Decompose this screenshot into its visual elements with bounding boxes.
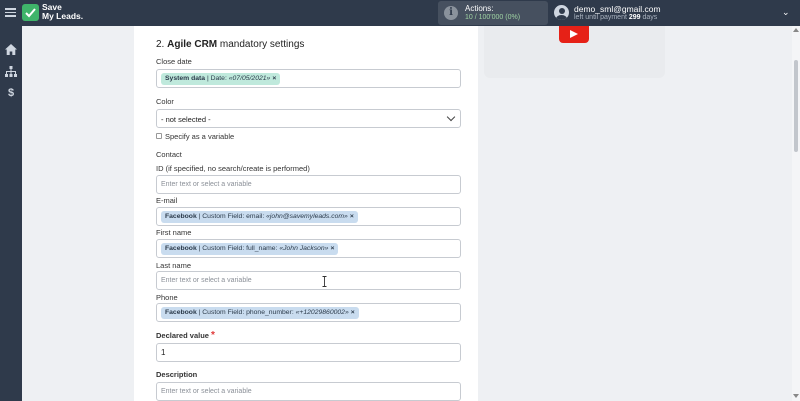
description-input[interactable]: Enter text or select a variable: [156, 382, 461, 401]
actions-count: 10 / 100'000 (0%): [465, 14, 521, 21]
color-selected-value: - not selected -: [161, 115, 211, 124]
declared-value-label: Declared value *: [156, 330, 215, 341]
dollar-icon[interactable]: $: [4, 86, 18, 100]
phone-tag[interactable]: Facebook | Custom Field: phone_number: «…: [161, 307, 359, 319]
payment-status: left until payment 299 days: [574, 14, 658, 21]
scroll-down-arrow-icon[interactable]: [793, 394, 799, 398]
remove-tag-icon[interactable]: ×: [272, 75, 276, 82]
actions-label: Actions:: [465, 4, 494, 13]
email-field[interactable]: Facebook | Custom Field: email: «john@sa…: [156, 207, 461, 226]
user-avatar-icon[interactable]: [554, 5, 569, 20]
remove-tag-icon[interactable]: ×: [350, 213, 354, 220]
specify-variable-label[interactable]: Specify as a variable: [165, 132, 234, 141]
required-marker: *: [211, 330, 215, 341]
id-label: ID (if specified, no search/create is pe…: [156, 164, 310, 173]
phone-field[interactable]: Facebook | Custom Field: phone_number: «…: [156, 303, 461, 322]
actions-counter: i Actions: 10 / 100'000 (0%): [438, 1, 548, 25]
left-sidebar: $: [0, 26, 22, 401]
close-date-label: Close date: [156, 57, 192, 66]
first-name-label: First name: [156, 228, 192, 237]
description-label: Description: [156, 370, 198, 379]
specify-variable-checkbox[interactable]: [156, 133, 162, 139]
phone-label: Phone: [156, 293, 178, 302]
logo-text[interactable]: Save My Leads.: [42, 3, 83, 21]
scroll-up-arrow-icon[interactable]: [793, 28, 799, 32]
scrollbar-thumb[interactable]: [794, 60, 798, 152]
first-name-field[interactable]: Facebook | Custom Field: full_name: «Joh…: [156, 239, 461, 258]
section-title: 2. Agile CRM mandatory settings: [156, 39, 305, 50]
email-tag[interactable]: Facebook | Custom Field: email: «john@sa…: [161, 211, 358, 223]
logo-check-icon[interactable]: [22, 4, 39, 21]
sitemap-icon[interactable]: [4, 66, 18, 80]
id-input[interactable]: Enter text or select a variable: [156, 175, 461, 194]
color-label: Color: [156, 97, 174, 106]
first-name-tag[interactable]: Facebook | Custom Field: full_name: «Joh…: [161, 243, 339, 255]
user-menu-chevron-down-icon[interactable]: ⌄: [782, 7, 790, 18]
user-email[interactable]: demo_sml@gmail.com: [574, 4, 661, 14]
close-date-tag[interactable]: System data | Date: «07/05/2021» ×: [161, 73, 281, 85]
hamburger-menu-icon[interactable]: [5, 6, 16, 20]
close-date-field[interactable]: System data | Date: «07/05/2021» ×: [156, 69, 461, 88]
home-icon[interactable]: [4, 44, 18, 58]
email-label: E-mail: [156, 196, 178, 205]
top-bar: Save My Leads. i Actions: 10 / 100'000 (…: [0, 0, 800, 26]
color-select[interactable]: - not selected -: [156, 109, 461, 128]
text-cursor-icon: [322, 276, 327, 287]
declared-value-input[interactable]: 1: [156, 343, 461, 362]
contact-label: Contact: [156, 150, 182, 159]
remove-tag-icon[interactable]: ×: [330, 245, 334, 252]
remove-tag-icon[interactable]: ×: [351, 309, 355, 316]
info-icon: i: [444, 6, 458, 20]
last-name-input[interactable]: Enter text or select a variable: [156, 271, 461, 290]
last-name-label: Last name: [156, 261, 192, 270]
chevron-down-icon: [446, 112, 456, 122]
